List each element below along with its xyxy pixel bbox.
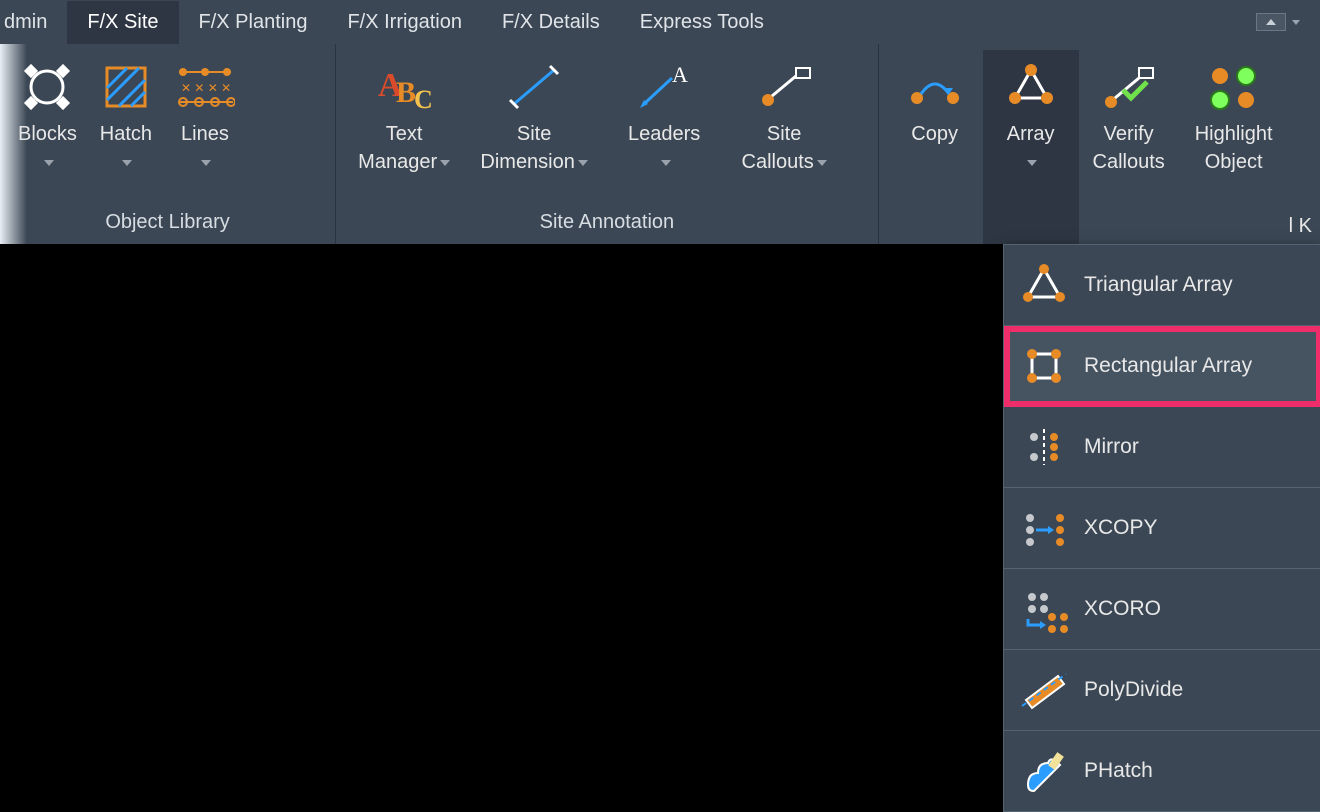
text-manager-icon: A B C <box>374 54 434 120</box>
chevron-down-icon <box>440 160 450 166</box>
tab-express-tools[interactable]: Express Tools <box>620 1 784 44</box>
svg-text:B: B <box>396 76 416 109</box>
tab-fx-site[interactable]: F/X Site <box>67 1 178 44</box>
menu-item-xcoro[interactable]: XCORO <box>1004 569 1320 650</box>
menu-label: XCORO <box>1084 597 1161 621</box>
menu-item-xcopy[interactable]: XCOPY <box>1004 488 1320 569</box>
menu-label: Mirror <box>1084 435 1139 459</box>
blocks-icon <box>20 54 74 120</box>
hatch-button[interactable]: Hatch <box>87 50 165 180</box>
site-callouts-label-1: Site <box>767 123 801 145</box>
tab-fx-planting[interactable]: F/X Planting <box>179 1 328 44</box>
panel-title-site-annotation: Site Annotation <box>336 205 878 244</box>
menu-item-phatch[interactable]: PHatch <box>1004 731 1320 811</box>
chevron-down-icon <box>661 160 671 166</box>
xcoro-icon <box>1018 583 1070 635</box>
phatch-icon <box>1018 745 1070 797</box>
array-dropdown-menu: Triangular Array Rectangular Array Mir <box>1003 244 1320 812</box>
mirror-icon <box>1018 421 1070 473</box>
highlight-icon <box>1204 54 1264 120</box>
highlight-label-2: Object <box>1205 151 1263 173</box>
blocks-button[interactable]: Blocks <box>8 50 87 180</box>
menu-item-polydivide[interactable]: PolyDivide <box>1004 650 1320 731</box>
ribbon: Blocks Hatch <box>0 44 1320 244</box>
verify-label-2: Callouts <box>1093 151 1165 173</box>
lines-label: Lines <box>181 123 229 145</box>
lines-icon: ✕ ✕ ✕ ✕ <box>175 54 235 120</box>
chevron-down-icon <box>578 160 588 166</box>
site-callouts-label-2: Callouts <box>742 151 814 173</box>
chevron-down-icon <box>817 160 827 166</box>
menu-label: PolyDivide <box>1084 678 1183 702</box>
text-manager-label-1: Text <box>386 123 423 145</box>
polydivide-icon <box>1018 664 1070 716</box>
chevron-down-icon <box>201 160 211 166</box>
copy-label: Copy <box>911 123 958 145</box>
verify-label-1: Verify <box>1104 123 1154 145</box>
dimension-icon <box>504 54 564 120</box>
clipped-text: l K <box>1289 215 1312 244</box>
copy-button[interactable]: Copy <box>887 50 983 244</box>
triangular-array-icon <box>1018 259 1070 311</box>
hatch-label: Hatch <box>100 123 152 145</box>
leaders-button[interactable]: A Leaders <box>604 50 724 180</box>
panel-title-object-library: Object Library <box>0 205 335 244</box>
menu-item-mirror[interactable]: Mirror <box>1004 407 1320 488</box>
menu-item-triangular-array[interactable]: Triangular Array <box>1004 245 1320 326</box>
text-manager-label-2: Manager <box>358 151 437 173</box>
array-button[interactable]: Array <box>983 50 1079 244</box>
menu-label: PHatch <box>1084 759 1153 783</box>
highlight-label-1: Highlight <box>1195 123 1273 145</box>
svg-text:C: C <box>414 85 433 114</box>
tab-admin-partial[interactable]: dmin <box>0 1 67 44</box>
hatch-icon <box>99 54 153 120</box>
menu-label: XCOPY <box>1084 516 1158 540</box>
leaders-label: Leaders <box>628 123 700 145</box>
chevron-down-icon <box>1027 160 1037 166</box>
svg-text:A: A <box>672 62 688 87</box>
site-callouts-button[interactable]: Site Callouts <box>724 50 844 180</box>
site-dimension-label-1: Site <box>517 123 551 145</box>
chevron-down-icon <box>122 160 132 166</box>
verify-icon <box>1099 54 1159 120</box>
panel-object-library: Blocks Hatch <box>0 44 336 244</box>
chevron-down-icon <box>1292 20 1300 25</box>
menu-label: Triangular Array <box>1084 273 1233 297</box>
panel-tools: Copy Array <box>879 44 1320 244</box>
tab-fx-irrigation[interactable]: F/X Irrigation <box>327 1 481 44</box>
lines-button[interactable]: ✕ ✕ ✕ ✕ Lines <box>165 50 245 180</box>
callouts-icon <box>754 54 814 120</box>
chevron-down-icon <box>44 160 54 166</box>
copy-icon <box>907 54 963 120</box>
array-label: Array <box>1007 123 1055 145</box>
array-icon <box>1003 54 1059 120</box>
svg-text:✕ ✕ ✕ ✕: ✕ ✕ ✕ ✕ <box>181 81 231 95</box>
highlight-object-button[interactable]: Highlight Object <box>1179 50 1289 244</box>
site-dimension-button[interactable]: Site Dimension <box>464 50 604 180</box>
tab-bar: dmin F/X Site F/X Planting F/X Irrigatio… <box>0 0 1320 44</box>
tab-fx-details[interactable]: F/X Details <box>482 1 620 44</box>
leaders-icon: A <box>634 54 694 120</box>
menu-label: Rectangular Array <box>1084 354 1252 378</box>
panel-site-annotation: A B C Text Manager Site Dimension <box>336 44 879 244</box>
verify-callouts-button[interactable]: Verify Callouts <box>1079 50 1179 244</box>
text-manager-button[interactable]: A B C Text Manager <box>344 50 464 180</box>
blocks-label: Blocks <box>18 123 77 145</box>
site-dimension-label-2: Dimension <box>480 151 574 173</box>
xcopy-icon <box>1018 502 1070 554</box>
rectangular-array-icon <box>1018 340 1070 392</box>
quick-access-dropdown[interactable] <box>1256 13 1320 31</box>
menu-item-rectangular-array[interactable]: Rectangular Array <box>1004 326 1320 407</box>
